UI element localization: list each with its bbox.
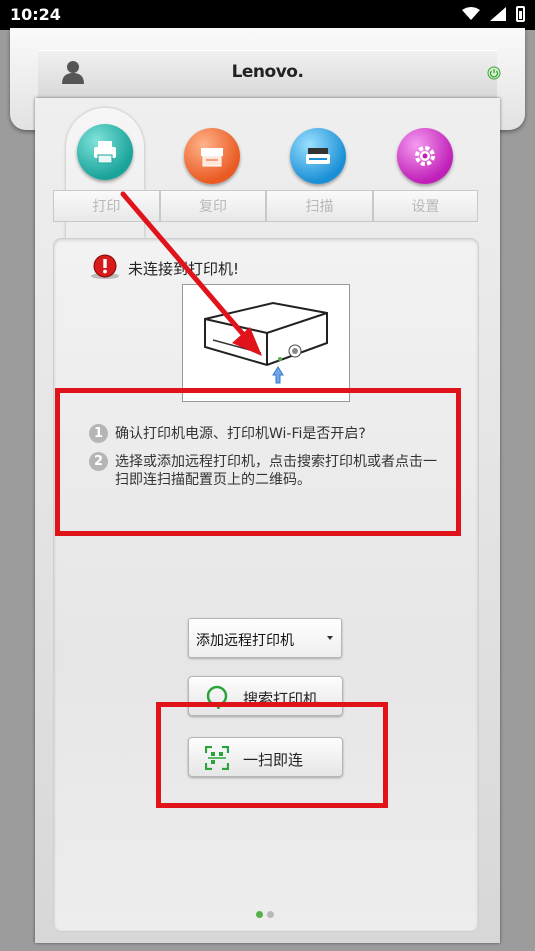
status-bar: 10:24: [0, 0, 535, 30]
warning-icon: [91, 254, 119, 279]
status-icons: [462, 6, 525, 22]
tab-print-icon[interactable]: [77, 124, 133, 180]
dropdown-selected-value: 添加远程打印机: [196, 633, 294, 649]
status-time: 10:24: [10, 5, 61, 24]
page-dot-active: [256, 911, 263, 918]
chevron-down-icon: [327, 636, 333, 640]
scan-highlight-box: [156, 702, 388, 808]
gear-icon: [415, 146, 435, 166]
scanner-icon: [306, 148, 330, 164]
tab-copy[interactable]: 复印: [160, 190, 266, 222]
printer-illustration: [182, 284, 350, 402]
brand-logo: Lenovo.: [231, 62, 304, 82]
page-dot-inactive: [267, 911, 274, 918]
step-text-1: 确认打印机电源、打印机Wi-Fi是否开启?: [115, 426, 366, 442]
copier-icon: [201, 148, 223, 167]
printer-icon: [94, 141, 116, 164]
page-indicator: [256, 911, 274, 918]
tab-settings-icon[interactable]: [397, 128, 453, 184]
power-icon[interactable]: [487, 66, 501, 80]
step-text-2-line1: 选择或添加远程打印机，点击搜索打印机或者点击一: [115, 454, 437, 470]
signal-icon: [490, 7, 506, 21]
wifi-icon: [462, 7, 480, 20]
tab-print[interactable]: 打印: [53, 190, 160, 222]
tab-settings[interactable]: 设置: [373, 190, 478, 222]
printer-device-image: [204, 301, 328, 384]
step-number-2: 2: [89, 452, 108, 471]
tab-scan[interactable]: 扫描: [266, 190, 373, 222]
connection-status-text: 未连接到打印机!: [128, 260, 240, 278]
printer-type-dropdown[interactable]: 添加远程打印机: [188, 618, 342, 658]
battery-icon: [516, 6, 525, 22]
step-number-1: 1: [89, 424, 108, 443]
tab-scan-icon[interactable]: [290, 128, 346, 184]
step-text-2-line2: 扫即连扫描配置页上的二维码。: [115, 472, 311, 488]
tab-copy-icon[interactable]: [184, 128, 240, 184]
